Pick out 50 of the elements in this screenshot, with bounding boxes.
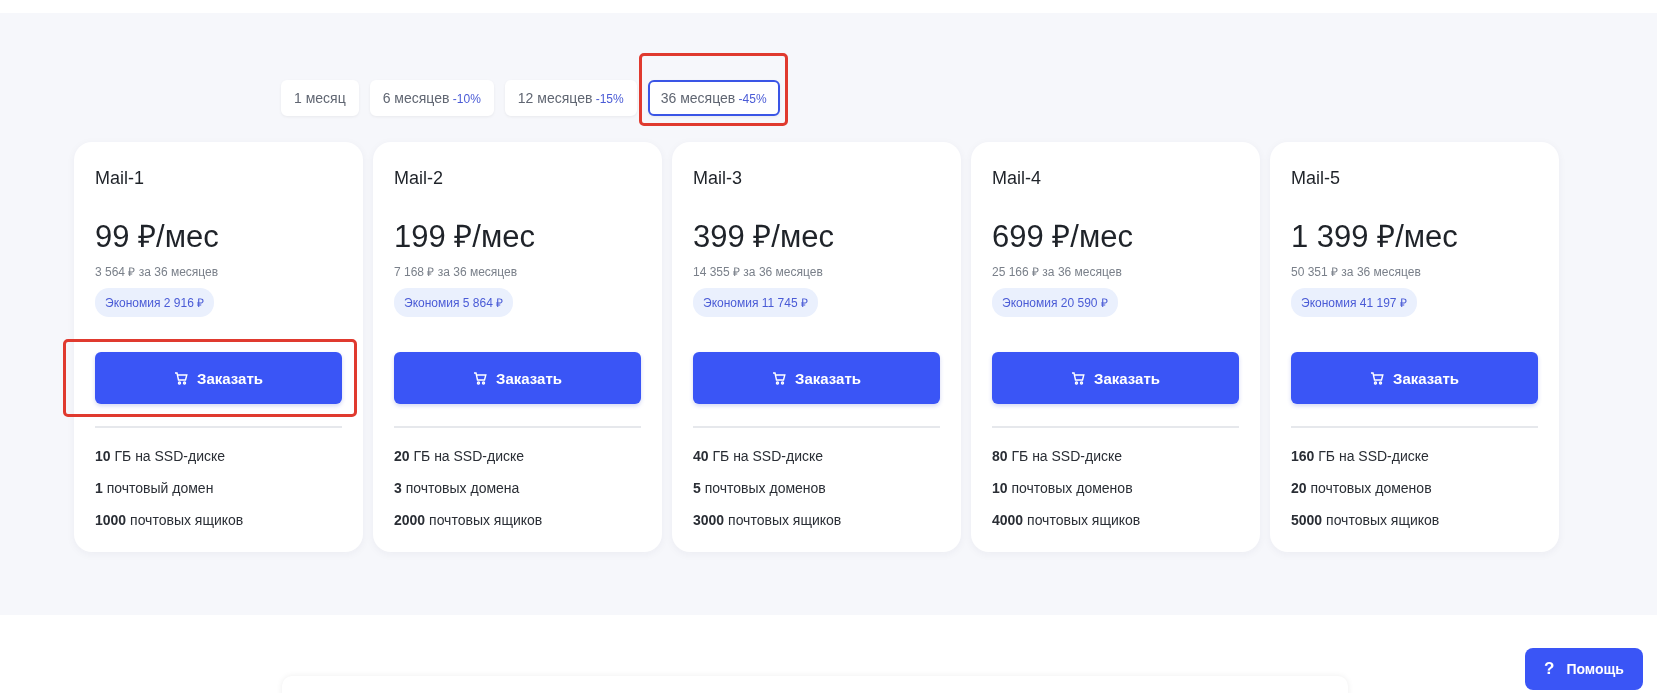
savings-badge: Экономия 5 864 ₽ bbox=[394, 288, 514, 317]
plan-name: Mail-1 bbox=[95, 168, 145, 189]
plan-feature: 4000 почтовых ящиков bbox=[992, 512, 1142, 528]
plan-total: 7 168 ₽ за 36 месяцев bbox=[394, 264, 519, 280]
cart-icon bbox=[473, 371, 487, 385]
plan-feature: 40 ГБ на SSD-диске bbox=[693, 448, 825, 464]
order-button[interactable]: Заказать bbox=[1291, 352, 1538, 404]
plan-feature: 80 ГБ на SSD-диске bbox=[992, 448, 1124, 464]
plan-name: Mail-2 bbox=[394, 168, 444, 189]
period-tab[interactable]: 1 месяц bbox=[281, 80, 359, 116]
period-tab[interactable]: 6 месяцев -10% bbox=[369, 80, 494, 116]
plan-feature: 3000 почтовых ящиков bbox=[693, 512, 843, 528]
plan-feature: 5000 почтовых ящиков bbox=[1291, 512, 1441, 528]
period-tab[interactable]: 12 месяцев -15% bbox=[504, 80, 637, 116]
plan-price: 399 ₽/мес bbox=[693, 218, 835, 256]
savings-badge: Экономия 20 590 ₽ bbox=[992, 288, 1118, 317]
order-button[interactable]: Заказать bbox=[95, 352, 342, 404]
savings-badge: Экономия 2 916 ₽ bbox=[95, 288, 215, 317]
cart-icon bbox=[1071, 371, 1085, 385]
plan-price: 99 ₽/мес bbox=[95, 218, 220, 256]
plan-feature: 20 почтовых доменов bbox=[1291, 480, 1433, 496]
plan-name: Mail-4 bbox=[992, 168, 1042, 189]
plan-total: 50 351 ₽ за 36 месяцев bbox=[1291, 264, 1422, 280]
cart-icon bbox=[174, 371, 188, 385]
plan-feature: 1000 почтовых ящиков bbox=[95, 512, 245, 528]
order-button[interactable]: Заказать bbox=[992, 352, 1239, 404]
plan-name: Mail-3 bbox=[693, 168, 743, 189]
plan-feature: 5 почтовых доменов bbox=[693, 480, 827, 496]
plan-feature: 2000 почтовых ящиков bbox=[394, 512, 544, 528]
cart-icon bbox=[772, 371, 786, 385]
plan-total: 14 355 ₽ за 36 месяцев bbox=[693, 264, 824, 280]
plan-feature: 10 почтовых доменов bbox=[992, 480, 1134, 496]
plan-feature: 10 ГБ на SSD-диске bbox=[95, 448, 227, 464]
order-button[interactable]: Заказать bbox=[693, 352, 940, 404]
period-tab[interactable]: 36 месяцев -45% bbox=[647, 80, 780, 116]
plan-price: 1 399 ₽/мес bbox=[1291, 218, 1459, 256]
plan-feature: 3 почтовых домена bbox=[394, 480, 521, 496]
plan-feature: 1 почтовый домен bbox=[95, 480, 215, 496]
savings-badge: Экономия 41 197 ₽ bbox=[1291, 288, 1417, 317]
plan-total: 3 564 ₽ за 36 месяцев bbox=[95, 264, 220, 280]
plan-feature: 160 ГБ на SSD-диске bbox=[1291, 448, 1430, 464]
plan-price: 699 ₽/мес bbox=[992, 218, 1134, 256]
plan-total: 25 166 ₽ за 36 месяцев bbox=[992, 264, 1123, 280]
savings-badge: Экономия 11 745 ₽ bbox=[693, 288, 818, 317]
plan-price: 199 ₽/мес bbox=[394, 218, 536, 256]
plan-feature: 20 ГБ на SSD-диске bbox=[394, 448, 526, 464]
help-button[interactable]: ? Помощь bbox=[1525, 648, 1643, 690]
plan-name: Mail-5 bbox=[1291, 168, 1341, 189]
order-button[interactable]: Заказать bbox=[394, 352, 641, 404]
cart-icon bbox=[1370, 371, 1384, 385]
